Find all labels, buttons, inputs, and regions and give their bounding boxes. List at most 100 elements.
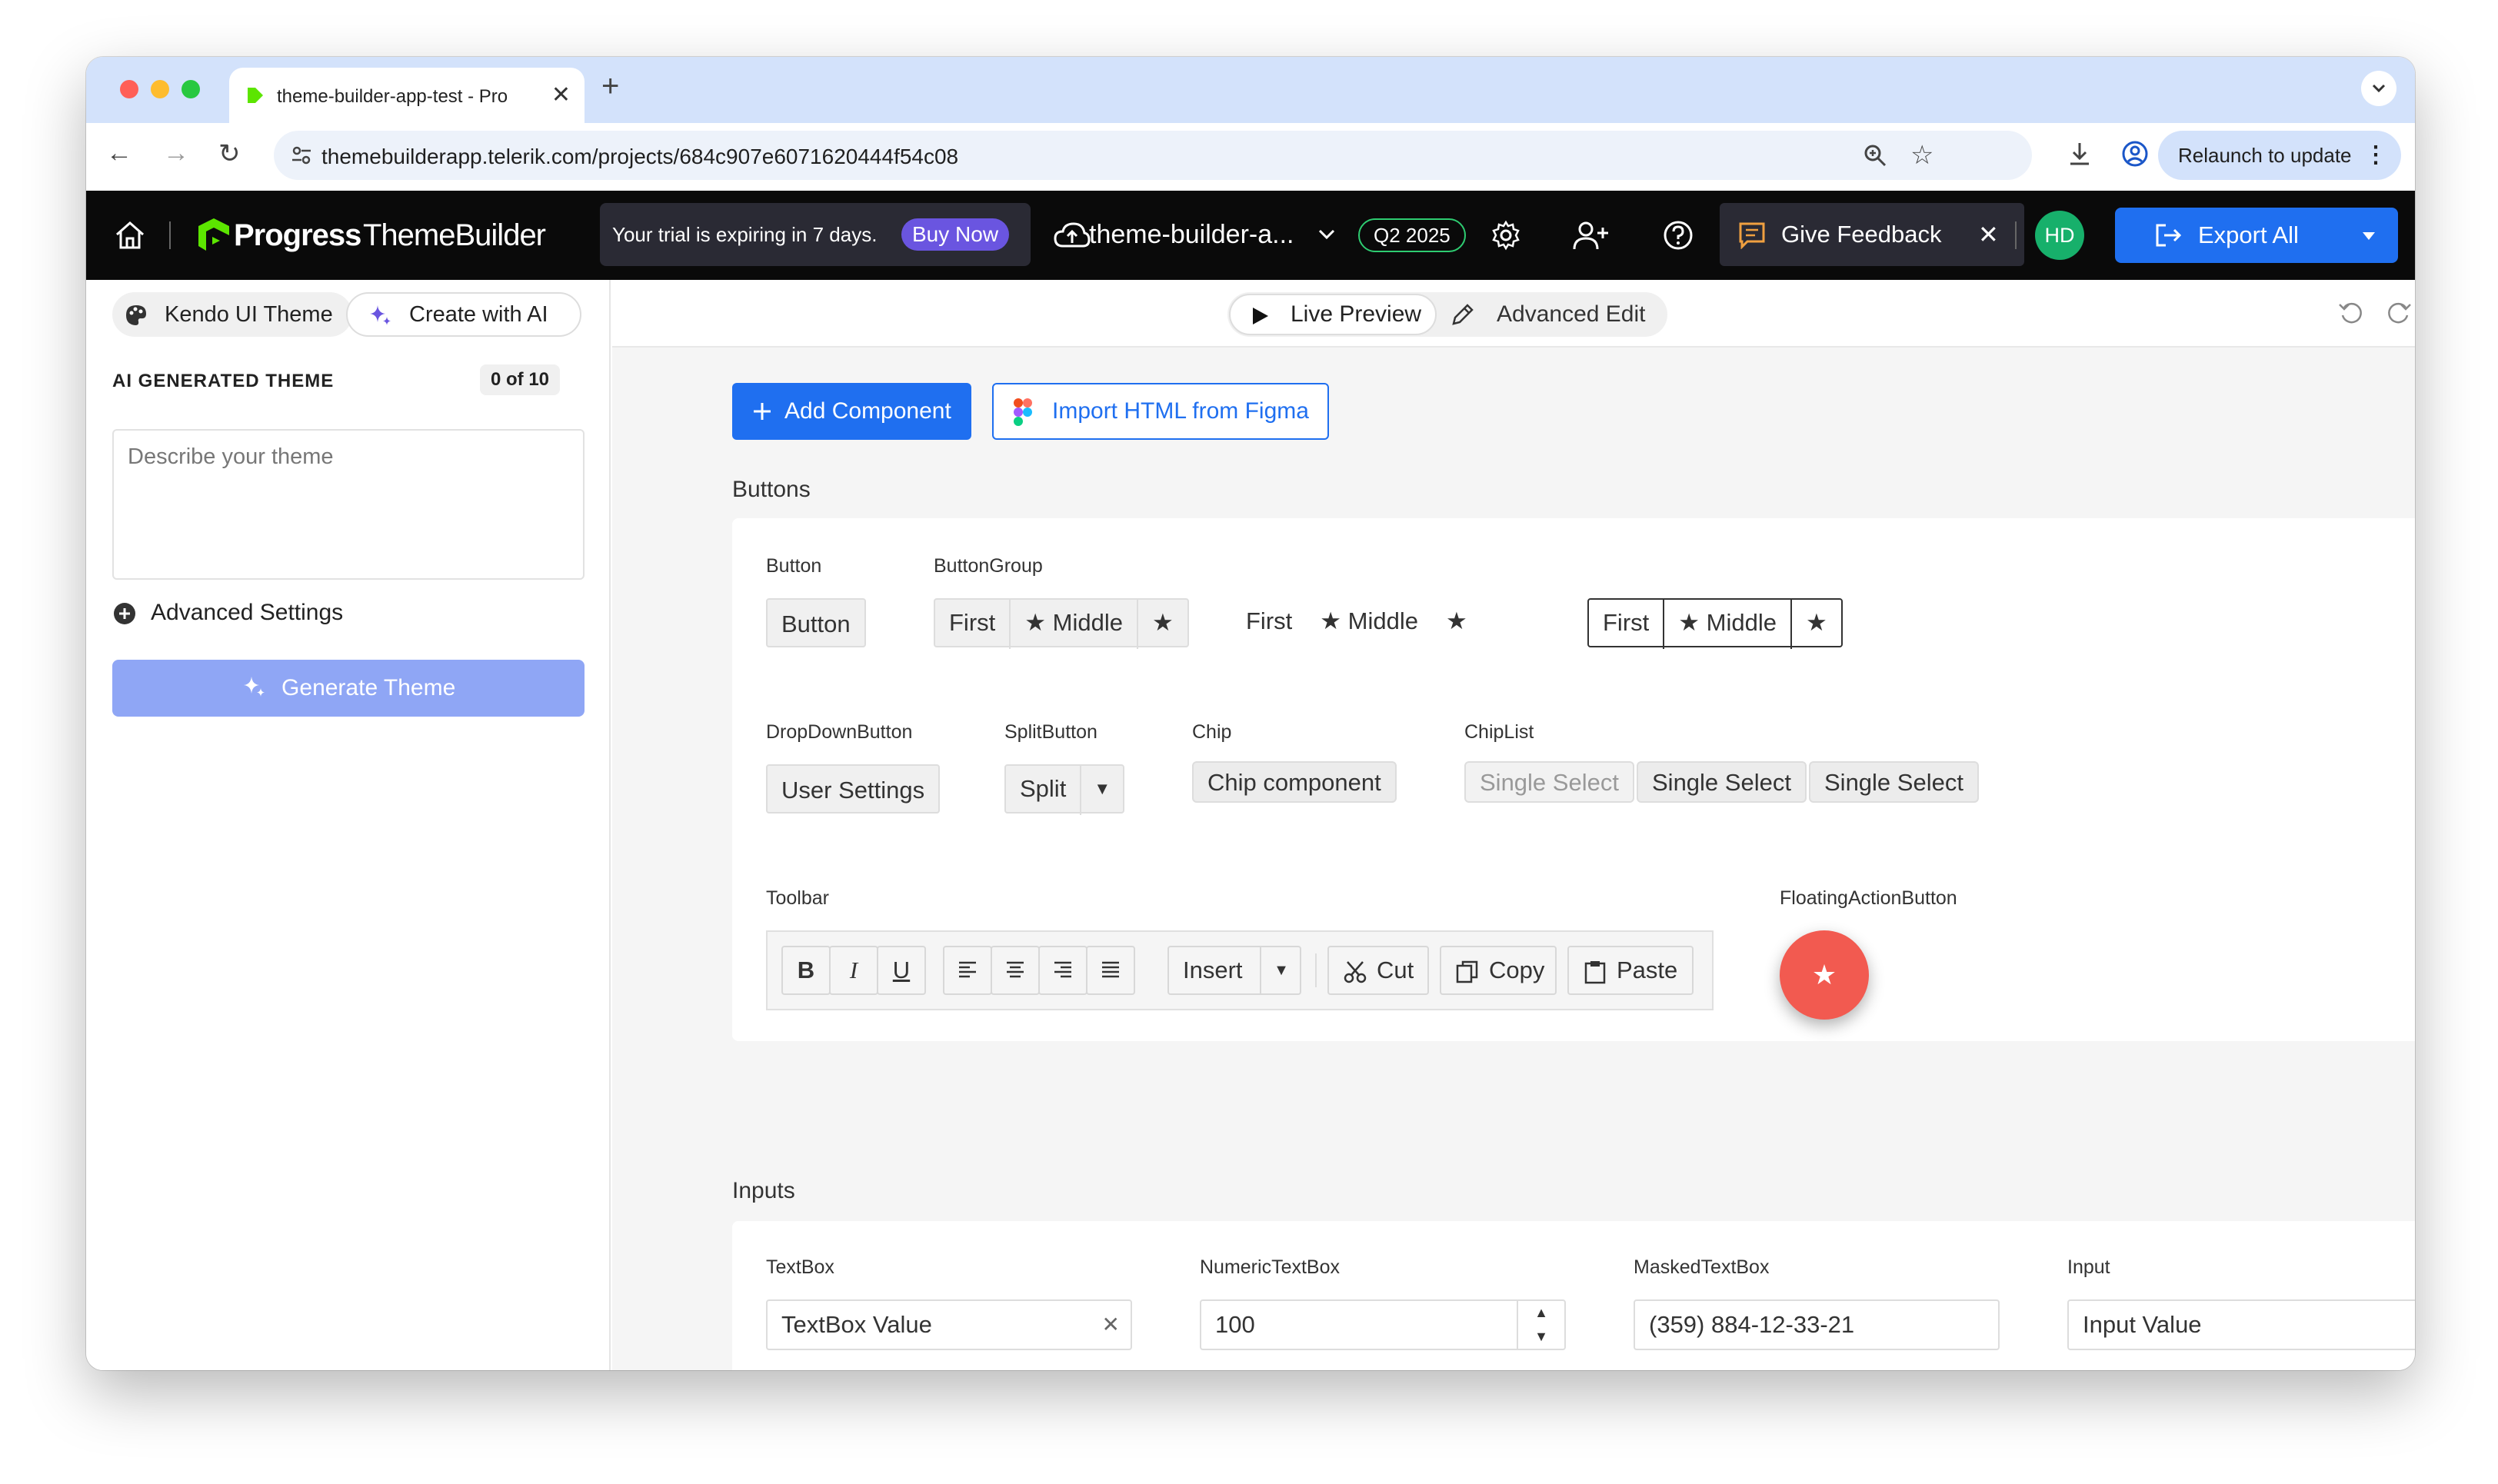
tab-kendo-ui-theme[interactable]: Kendo UI Theme	[112, 292, 352, 337]
generate-theme-button[interactable]: Generate Theme	[112, 660, 585, 717]
zoom-icon[interactable]	[1863, 143, 1887, 168]
paste-icon	[1584, 961, 1606, 984]
masked-textbox-input[interactable]: (359) 884-12-33-21	[1634, 1299, 2000, 1350]
toolbar-separator	[1315, 953, 1317, 987]
paste-button[interactable]: Paste	[1567, 946, 1694, 995]
undo-icon[interactable]	[2338, 300, 2366, 328]
home-icon[interactable]	[114, 220, 146, 251]
split-main-button[interactable]: Split	[1006, 766, 1082, 815]
close-tab-icon[interactable]: ✕	[551, 82, 571, 108]
clear-icon[interactable]: ✕	[1102, 1301, 1120, 1349]
project-name[interactable]: theme-builder-a...	[1089, 220, 1294, 250]
floating-action-button[interactable]: ★	[1780, 930, 1869, 1020]
import-figma-button[interactable]: Import HTML from Figma	[992, 383, 1329, 440]
buy-now-button[interactable]: Buy Now	[901, 218, 1010, 251]
close-window-button[interactable]	[120, 80, 138, 98]
chiplist-item-3[interactable]: Single Select	[1809, 761, 1979, 803]
outline-star-button[interactable]: ★	[1792, 600, 1841, 649]
textbox-input[interactable]: TextBox Value ✕	[766, 1299, 1132, 1350]
group-star-button[interactable]: ★	[1138, 600, 1187, 649]
align-right-button[interactable]	[1038, 946, 1087, 995]
forward-icon[interactable]: →	[163, 138, 189, 168]
profile-icon[interactable]	[2121, 140, 2149, 168]
progress-favicon-icon	[245, 85, 266, 106]
sparkle-icon	[241, 674, 266, 699]
insert-caret-icon[interactable]: ▼	[1260, 947, 1301, 993]
export-dropdown-caret-icon[interactable]	[2361, 231, 2376, 241]
spinner-up-icon[interactable]: ▲	[1517, 1301, 1564, 1325]
align-left-icon	[959, 961, 976, 978]
flat-star-button[interactable]: ★	[1432, 598, 1481, 647]
chiplist-item-1[interactable]: Single Select	[1464, 761, 1634, 803]
tab-create-with-ai[interactable]: Create with AI	[346, 292, 581, 337]
help-icon[interactable]	[1663, 220, 1694, 251]
advanced-edit-label: Advanced Edit	[1497, 301, 1646, 327]
bookmark-star-icon[interactable]: ☆	[1910, 140, 1933, 171]
outline-first-button[interactable]: First	[1589, 600, 1665, 649]
advanced-settings-toggle[interactable]: Advanced Settings	[112, 600, 343, 626]
live-preview-label: Live Preview	[1291, 301, 1422, 327]
live-preview-tab[interactable]: Live Preview	[1229, 294, 1437, 335]
numeric-textbox-input[interactable]: 100 ▲ ▼	[1200, 1299, 1566, 1350]
copy-button[interactable]: Copy	[1440, 946, 1557, 995]
insert-split-button[interactable]: Insert ▼	[1167, 946, 1301, 995]
tab-search-chevron-icon[interactable]	[2361, 71, 2396, 106]
group-first-button[interactable]: First	[935, 600, 1011, 649]
paste-label: Paste	[1617, 957, 1678, 983]
project-dropdown-chevron-icon[interactable]	[1317, 226, 1337, 241]
flat-first-button[interactable]: First	[1232, 598, 1306, 647]
browser-tab[interactable]: theme-builder-app-test - Pro ✕	[229, 68, 585, 123]
chip[interactable]: Chip component	[1192, 761, 1397, 803]
input-field[interactable]: Input Value	[2067, 1299, 2415, 1350]
back-icon[interactable]: ←	[106, 138, 132, 168]
export-all-button[interactable]: Export All	[2115, 208, 2398, 263]
bold-button[interactable]: B	[781, 946, 831, 995]
align-left-button[interactable]	[943, 946, 992, 995]
address-bar[interactable]: themebuilderapp.telerik.com/projects/684…	[274, 131, 2032, 180]
cut-button[interactable]: Cut	[1327, 946, 1429, 995]
reload-icon[interactable]: ↻	[218, 138, 241, 169]
progress-logo-icon	[197, 217, 231, 252]
user-settings-dropdown-button[interactable]: User Settings	[766, 764, 941, 814]
star-icon: ★	[1320, 607, 1348, 634]
new-tab-button[interactable]: +	[601, 69, 619, 104]
avatar[interactable]: HD	[2035, 211, 2084, 260]
scissors-icon	[1344, 961, 1367, 983]
group-middle-button[interactable]: ★ Middle	[1011, 600, 1138, 649]
maximize-window-button[interactable]	[182, 80, 200, 98]
split-button: Split ▼	[1004, 764, 1125, 815]
minimize-window-button[interactable]	[151, 80, 169, 98]
more-menu-icon[interactable]: ⋮	[2364, 131, 2387, 180]
plus-icon	[752, 401, 772, 421]
copy-label: Copy	[1489, 957, 1545, 983]
italic-button[interactable]: I	[829, 946, 878, 995]
pencil-icon	[1451, 302, 1475, 327]
give-feedback-button[interactable]: Give Feedback ✕	[1720, 203, 2024, 266]
gear-icon[interactable]	[1490, 220, 1521, 251]
spinner-down-icon[interactable]: ▼	[1517, 1325, 1564, 1349]
add-component-button[interactable]: Add Component	[732, 383, 971, 440]
textarea-placeholder: Describe your theme	[128, 444, 334, 469]
underline-button[interactable]: U	[877, 946, 926, 995]
align-center-button[interactable]	[991, 946, 1040, 995]
justify-button[interactable]	[1086, 946, 1135, 995]
logo-brand: Progress	[234, 218, 361, 252]
buttongroup-flat: First ★ Middle ★	[1232, 598, 1481, 647]
relaunch-button[interactable]: Relaunch to update ⋮	[2158, 131, 2401, 180]
advanced-edit-tab[interactable]: Advanced Edit	[1452, 292, 1646, 337]
site-settings-icon[interactable]	[291, 145, 312, 166]
describe-theme-textarea[interactable]: Describe your theme	[112, 429, 585, 580]
demo-button[interactable]: Button	[766, 598, 866, 647]
redo-icon[interactable]	[2384, 300, 2412, 328]
chiplist-item-2[interactable]: Single Select	[1637, 761, 1807, 803]
split-caret-icon[interactable]: ▼	[1081, 766, 1123, 815]
download-icon[interactable]	[2066, 140, 2093, 168]
star-icon: ★	[1806, 609, 1827, 636]
browser-toolbar: ← → ↻ themebuilderapp.telerik.com/projec…	[86, 123, 2415, 189]
demo-toolbar: B I U Insert ▼ Cut Copy Paste	[766, 930, 1714, 1010]
flat-middle-button[interactable]: ★ Middle	[1306, 598, 1432, 647]
add-user-icon[interactable]	[1572, 220, 1609, 251]
close-feedback-icon[interactable]: ✕	[1978, 203, 1999, 266]
outline-middle-button[interactable]: ★ Middle	[1664, 600, 1792, 649]
tab-kendo-label: Kendo UI Theme	[165, 302, 333, 327]
